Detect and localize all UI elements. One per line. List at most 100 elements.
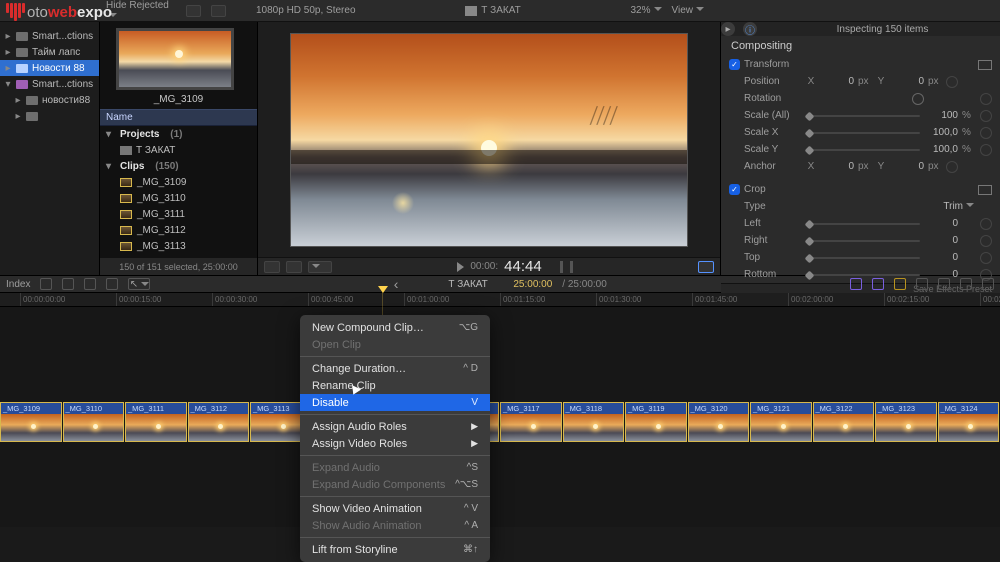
name-column-header[interactable]: Name: [100, 109, 257, 126]
reset-icon[interactable]: [980, 252, 992, 264]
tl-tool-button[interactable]: [62, 278, 74, 290]
view-menu-button[interactable]: View: [672, 5, 705, 16]
timeline-clip[interactable]: _MG_3120: [688, 402, 750, 442]
library-item[interactable]: [0, 108, 99, 124]
zoom-level[interactable]: 32%: [631, 5, 662, 16]
project-item[interactable]: Т ЗАКАТ: [100, 142, 257, 158]
reset-icon[interactable]: [980, 127, 992, 139]
play-icon[interactable]: [457, 262, 464, 272]
scale-x-value[interactable]: 100,0: [924, 127, 958, 138]
menu-assign-audio-roles[interactable]: Assign Audio Roles▶: [300, 418, 490, 435]
timeline-clip[interactable]: _MG_3121: [750, 402, 812, 442]
clip-list-item[interactable]: _MG_3113: [100, 238, 257, 254]
tl-tool-button[interactable]: [40, 278, 52, 290]
select-tool-dropdown[interactable]: ↖: [128, 278, 150, 290]
reset-icon[interactable]: [980, 110, 992, 122]
reset-icon[interactable]: [980, 93, 992, 105]
timeline-clip[interactable]: _MG_3118: [563, 402, 625, 442]
crop-bottom-slider[interactable]: [806, 274, 920, 276]
tl-right-tool[interactable]: [916, 278, 928, 290]
library-item[interactable]: Тайм лапс: [0, 44, 99, 60]
library-item[interactable]: Smart...ctions: [0, 76, 99, 92]
transform-checkbox[interactable]: ✓: [729, 59, 740, 70]
menu-new-compound-clip[interactable]: New Compound Clip…⌥G: [300, 319, 490, 336]
position-y-value[interactable]: 0: [890, 76, 924, 87]
list-view-icon[interactable]: [211, 5, 226, 17]
menu-rename-clip[interactable]: Rename Clip: [300, 377, 490, 394]
timeline-ruler[interactable]: 00:00:00:0000:00:15:0000:00:30:0000:00:4…: [0, 293, 1000, 307]
clip-list-item[interactable]: _MG_3109: [100, 174, 257, 190]
timeline-clip[interactable]: _MG_3109: [0, 402, 62, 442]
scale-y-slider[interactable]: [806, 149, 920, 151]
timeline-clip[interactable]: _MG_3124: [938, 402, 1000, 442]
scale-y-value[interactable]: 100,0: [924, 144, 958, 155]
reset-icon[interactable]: [980, 218, 992, 230]
menu-lift-from-storyline[interactable]: Lift from Storyline⌘↑: [300, 541, 490, 558]
inspector-tab-video[interactable]: ▸: [721, 22, 735, 36]
timeline-clip[interactable]: _MG_3117: [500, 402, 562, 442]
history-back-button[interactable]: ‹: [394, 276, 399, 292]
menu-assign-video-roles[interactable]: Assign Video Roles▶: [300, 435, 490, 452]
scale-all-value[interactable]: 100: [924, 110, 958, 121]
scale-x-slider[interactable]: [806, 132, 920, 134]
browser-thumbnail[interactable]: [116, 28, 234, 90]
inspector-tab-info[interactable]: ⓘ: [743, 22, 757, 36]
clip-list-item[interactable]: _MG_3112: [100, 222, 257, 238]
viewer-tool-button[interactable]: [286, 261, 302, 273]
viewer-tool-button[interactable]: [264, 261, 280, 273]
clips-section[interactable]: ▾Clips (150): [100, 158, 257, 174]
timeline-clip[interactable]: _MG_3119: [625, 402, 687, 442]
library-item-selected[interactable]: Новости 88: [0, 60, 99, 76]
crop-left-slider[interactable]: [806, 223, 920, 225]
timeline-clip[interactable]: _MG_3110: [63, 402, 125, 442]
index-button[interactable]: Index: [6, 279, 30, 290]
timeline-clip[interactable]: _MG_3111: [125, 402, 187, 442]
rotation-label: Rotation: [744, 93, 802, 104]
viewer-tool-dropdown[interactable]: [308, 261, 332, 273]
crop-top-value[interactable]: 0: [924, 252, 958, 263]
timeline-clip[interactable]: _MG_3122: [813, 402, 875, 442]
transform-onscreen-icon[interactable]: [978, 60, 992, 70]
reset-icon[interactable]: [980, 235, 992, 247]
playhead-marker[interactable]: [378, 286, 388, 293]
crop-top-slider[interactable]: [806, 257, 920, 259]
reset-icon[interactable]: [946, 76, 958, 88]
crop-right-value[interactable]: 0: [924, 235, 958, 246]
primary-storyline[interactable]: _MG_3109_MG_3110_MG_3111_MG_3112_MG_3113…: [0, 402, 1000, 442]
viewer-canvas[interactable]: ╱╱╱╱: [290, 33, 688, 247]
reset-icon[interactable]: [946, 161, 958, 173]
tl-right-tool[interactable]: [938, 278, 950, 290]
library-item[interactable]: Smart...ctions: [0, 28, 99, 44]
hide-rejected-toggle[interactable]: Hide Rejected: [106, 0, 176, 22]
tl-right-tool[interactable]: [960, 278, 972, 290]
crop-checkbox[interactable]: ✓: [729, 184, 740, 195]
tl-tool-button[interactable]: [84, 278, 96, 290]
tl-right-tool[interactable]: [850, 278, 862, 290]
timeline-clip[interactable]: _MG_3112: [188, 402, 250, 442]
scale-all-slider[interactable]: [806, 115, 920, 117]
menu-show-video-animation[interactable]: Show Video Animation^ V: [300, 500, 490, 517]
reset-icon[interactable]: [980, 144, 992, 156]
clip-list-item[interactable]: _MG_3111: [100, 206, 257, 222]
fullscreen-icon[interactable]: [698, 261, 714, 273]
anchor-x-value[interactable]: 0: [820, 161, 854, 172]
crop-right-slider[interactable]: [806, 240, 920, 242]
projects-section[interactable]: ▾Projects (1): [100, 126, 257, 142]
crop-onscreen-icon[interactable]: [978, 185, 992, 195]
tl-right-tool[interactable]: [872, 278, 884, 290]
position-x-value[interactable]: 0: [820, 76, 854, 87]
menu-change-duration[interactable]: Change Duration…^ D: [300, 360, 490, 377]
timeline-body[interactable]: _MG_3109_MG_3110_MG_3111_MG_3112_MG_3113…: [0, 307, 1000, 527]
tl-right-tool[interactable]: [982, 278, 994, 290]
tl-tool-button[interactable]: [106, 278, 118, 290]
crop-type-dropdown[interactable]: Trim: [940, 201, 974, 212]
rotation-dial[interactable]: [912, 93, 924, 105]
grid-view-icon[interactable]: [186, 5, 201, 17]
crop-left-value[interactable]: 0: [924, 218, 958, 229]
anchor-y-value[interactable]: 0: [890, 161, 924, 172]
timeline-clip[interactable]: _MG_3123: [875, 402, 937, 442]
clip-list-item[interactable]: _MG_3110: [100, 190, 257, 206]
tl-right-tool[interactable]: [894, 278, 906, 290]
menu-disable[interactable]: DisableV: [300, 394, 490, 411]
library-item[interactable]: новости88: [0, 92, 99, 108]
